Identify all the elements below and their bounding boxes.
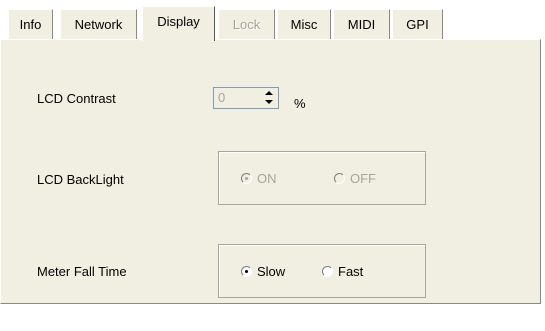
tab-midi-label: MIDI [347, 17, 376, 32]
tab-gpi-label: GPI [406, 17, 429, 32]
radio-checked-icon [241, 266, 252, 277]
meter-slow-label: Slow [257, 264, 286, 279]
lcd-contrast-value[interactable]: 0 [218, 90, 225, 105]
tab-lock-label: Lock [232, 17, 261, 32]
tab-network-label: Network [74, 17, 123, 32]
lcd-contrast-unit: % [294, 96, 306, 111]
lcd-backlight-group: ON OFF [218, 151, 426, 205]
tab-display[interactable]: Display [142, 6, 215, 41]
tab-display-label: Display [157, 14, 200, 29]
spin-down-arrow-icon[interactable] [260, 98, 277, 107]
meter-fast-label: Fast [338, 264, 364, 279]
backlight-on-label: ON [257, 171, 277, 186]
tab-gpi[interactable]: GPI [392, 9, 443, 39]
tab-strip: Info Network Display Lock Misc MIDI GPI [0, 0, 545, 41]
lcd-backlight-label: LCD BackLight [37, 172, 124, 187]
lcd-contrast-spinbox[interactable]: 0 [213, 87, 279, 109]
tab-misc-label: Misc [290, 17, 318, 32]
spin-up-arrow-icon[interactable] [260, 89, 277, 98]
display-tab-panel: LCD Contrast 0 % LCD BackLight ON OFF Me… [0, 39, 541, 304]
tab-lock[interactable]: Lock [218, 9, 275, 39]
lcd-contrast-label: LCD Contrast [37, 91, 116, 106]
radio-unchecked-icon [334, 173, 345, 184]
tab-info[interactable]: Info [8, 9, 53, 39]
meter-fall-time-group: Slow Fast [218, 244, 426, 298]
meter-fall-time-label: Meter Fall Time [37, 264, 127, 279]
tab-midi[interactable]: MIDI [333, 9, 390, 39]
tab-misc[interactable]: Misc [277, 9, 331, 39]
backlight-off-label: OFF [350, 171, 376, 186]
radio-checked-icon [241, 173, 252, 184]
tab-info-label: Info [19, 17, 42, 32]
spin-arrows [260, 89, 277, 107]
radio-unchecked-icon [322, 266, 333, 277]
tab-network[interactable]: Network [60, 9, 137, 39]
